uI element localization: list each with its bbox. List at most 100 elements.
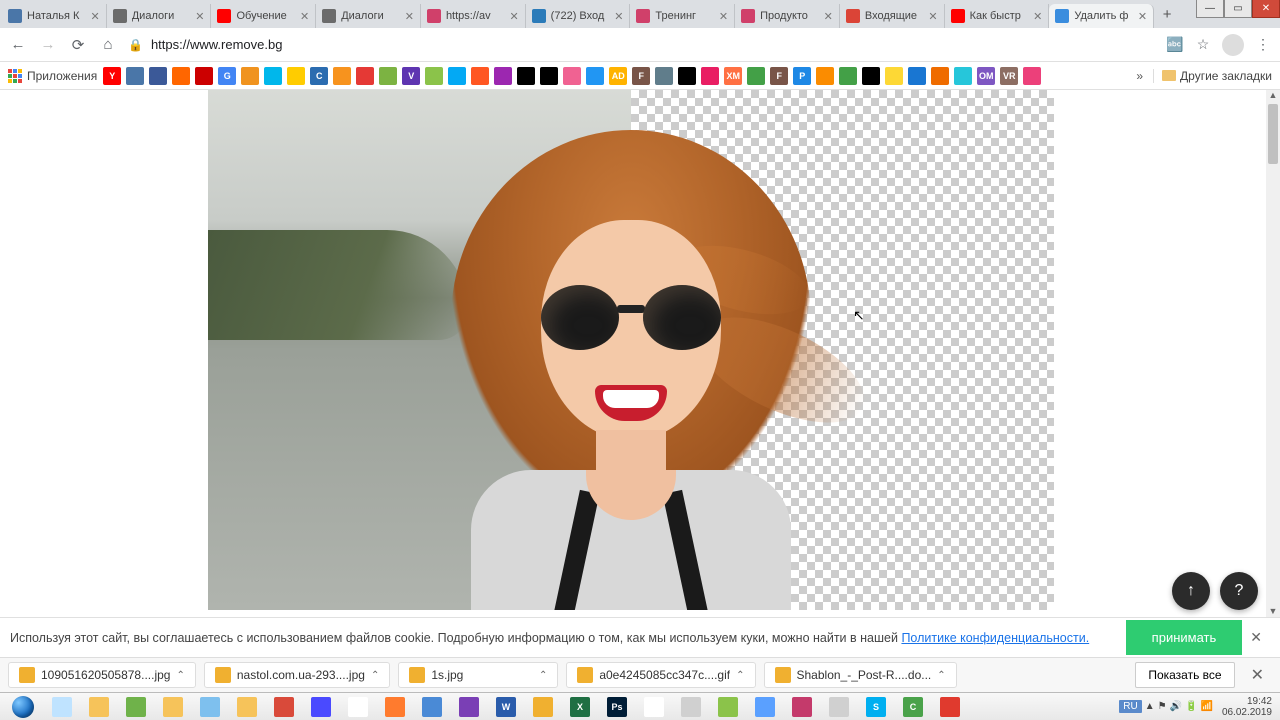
download-chevron-icon[interactable]: ⌃ xyxy=(736,670,744,681)
bookmarks-overflow-chevron[interactable]: » xyxy=(1132,69,1147,83)
cookie-accept-button[interactable]: принимать xyxy=(1126,620,1243,655)
taskbar-app-button[interactable] xyxy=(156,695,190,719)
bookmark-icon[interactable] xyxy=(333,67,351,85)
translate-icon[interactable]: 🔤 xyxy=(1166,36,1184,54)
taskbar-app-button[interactable] xyxy=(378,695,412,719)
taskbar-app-button[interactable] xyxy=(119,695,153,719)
taskbar-app-button[interactable] xyxy=(748,695,782,719)
bookmark-icon[interactable]: C xyxy=(310,67,328,85)
bookmark-icon[interactable] xyxy=(816,67,834,85)
window-minimize-button[interactable]: — xyxy=(1196,0,1224,18)
taskbar-app-button[interactable] xyxy=(230,695,264,719)
nav-back-button[interactable]: ← xyxy=(8,35,28,55)
browser-tab[interactable]: Диалоги✕ xyxy=(316,4,421,28)
tab-close-icon[interactable]: ✕ xyxy=(1033,10,1042,23)
nav-home-button[interactable]: ⌂ xyxy=(98,35,118,55)
bookmark-icon[interactable] xyxy=(954,67,972,85)
tab-close-icon[interactable]: ✕ xyxy=(614,10,623,23)
tab-close-icon[interactable]: ✕ xyxy=(405,10,414,23)
taskbar-app-button[interactable] xyxy=(193,695,227,719)
taskbar-app-button[interactable] xyxy=(711,695,745,719)
taskbar-app-button[interactable] xyxy=(341,695,375,719)
bookmark-icon[interactable] xyxy=(678,67,696,85)
taskbar-app-button[interactable] xyxy=(45,695,79,719)
bookmark-icon[interactable]: AD xyxy=(609,67,627,85)
bookmark-icon[interactable]: Y xyxy=(103,67,121,85)
bookmark-icon[interactable] xyxy=(448,67,466,85)
tab-close-icon[interactable]: ✕ xyxy=(1138,10,1147,23)
taskbar-clock[interactable]: 19:42 06.02.2019 xyxy=(1216,696,1272,718)
bookmark-icon[interactable] xyxy=(1023,67,1041,85)
bookmark-icon[interactable] xyxy=(747,67,765,85)
bookmark-icon[interactable] xyxy=(517,67,535,85)
taskbar-app-button[interactable]: S xyxy=(859,695,893,719)
bookmark-icon[interactable] xyxy=(425,67,443,85)
tab-close-icon[interactable]: ✕ xyxy=(928,10,937,23)
bookmark-icon[interactable] xyxy=(885,67,903,85)
tab-close-icon[interactable]: ✕ xyxy=(91,10,100,23)
taskbar-app-button[interactable]: C xyxy=(896,695,930,719)
tab-close-icon[interactable]: ✕ xyxy=(300,10,309,23)
address-bar[interactable]: 🔒 https://www.remove.bg xyxy=(128,37,1156,52)
download-item[interactable]: 109051620505878....jpg⌃ xyxy=(8,662,196,688)
bookmark-icon[interactable]: P xyxy=(793,67,811,85)
window-close-button[interactable]: ✕ xyxy=(1252,0,1280,18)
tab-close-icon[interactable]: ✕ xyxy=(509,10,518,23)
download-item[interactable]: nastol.com.ua-293....jpg⌃ xyxy=(204,662,390,688)
bookmark-icon[interactable] xyxy=(241,67,259,85)
taskbar-app-button[interactable] xyxy=(785,695,819,719)
browser-tab[interactable]: Входящие✕ xyxy=(840,4,945,28)
taskbar-app-button[interactable] xyxy=(304,695,338,719)
apps-shortcut[interactable]: Приложения xyxy=(8,69,97,83)
new-tab-button[interactable]: + xyxy=(1154,2,1180,26)
scroll-to-top-button[interactable]: ↑ xyxy=(1172,572,1210,610)
vertical-scrollbar[interactable]: ▲ ▼ xyxy=(1266,90,1280,620)
profile-avatar[interactable] xyxy=(1222,34,1244,56)
browser-menu-icon[interactable]: ⋮ xyxy=(1254,36,1272,54)
bookmark-icon[interactable]: G xyxy=(218,67,236,85)
download-chevron-icon[interactable]: ⌃ xyxy=(176,670,184,681)
bookmark-icon[interactable] xyxy=(908,67,926,85)
taskbar-app-button[interactable] xyxy=(674,695,708,719)
taskbar-app-button[interactable] xyxy=(526,695,560,719)
download-chevron-icon[interactable]: ⌃ xyxy=(937,670,945,681)
scroll-up-arrow-icon[interactable]: ▲ xyxy=(1266,90,1280,104)
download-chevron-icon[interactable]: ⌃ xyxy=(371,670,379,681)
bookmark-icon[interactable] xyxy=(379,67,397,85)
bookmark-icon[interactable] xyxy=(356,67,374,85)
taskbar-app-button[interactable]: W xyxy=(489,695,523,719)
bookmark-icon[interactable]: OM xyxy=(977,67,995,85)
bookmark-icon[interactable]: XM xyxy=(724,67,742,85)
cookie-close-button[interactable]: ✕ xyxy=(1242,629,1270,646)
browser-tab[interactable]: (722) Вход✕ xyxy=(526,4,631,28)
bookmark-icon[interactable] xyxy=(126,67,144,85)
bookmark-icon[interactable] xyxy=(563,67,581,85)
other-bookmarks-folder[interactable]: Другие закладки xyxy=(1153,69,1272,83)
tray-icon[interactable]: 🔊 xyxy=(1170,701,1182,712)
help-button[interactable]: ? xyxy=(1220,572,1258,610)
tab-close-icon[interactable]: ✕ xyxy=(824,10,833,23)
download-chevron-icon[interactable]: ⌃ xyxy=(539,670,547,681)
taskbar-app-button[interactable] xyxy=(267,695,301,719)
taskbar-app-button[interactable] xyxy=(637,695,671,719)
bookmark-icon[interactable] xyxy=(149,67,167,85)
bookmark-icon[interactable]: VR xyxy=(1000,67,1018,85)
nav-reload-button[interactable]: ⟳ xyxy=(68,35,88,55)
browser-tab[interactable]: Обучение✕ xyxy=(211,4,316,28)
browser-tab[interactable]: Диалоги✕ xyxy=(107,4,212,28)
taskbar-app-button[interactable]: Ps xyxy=(600,695,634,719)
bookmark-icon[interactable] xyxy=(494,67,512,85)
downloads-close-button[interactable]: ✕ xyxy=(1243,665,1272,685)
bookmark-icon[interactable] xyxy=(862,67,880,85)
bookmark-icon[interactable] xyxy=(264,67,282,85)
taskbar-app-button[interactable] xyxy=(822,695,856,719)
privacy-policy-link[interactable]: Политике конфиденциальности. xyxy=(901,631,1089,645)
browser-tab[interactable]: https://av✕ xyxy=(421,4,526,28)
bookmark-icon[interactable] xyxy=(172,67,190,85)
download-item[interactable]: a0e4245085cc347c....gif⌃ xyxy=(566,662,755,688)
tab-close-icon[interactable]: ✕ xyxy=(195,10,204,23)
bookmark-icon[interactable]: F xyxy=(632,67,650,85)
bookmark-icon[interactable] xyxy=(655,67,673,85)
browser-tab[interactable]: Удалить ф✕ xyxy=(1049,4,1154,28)
browser-tab[interactable]: Наталья К✕ xyxy=(2,4,107,28)
